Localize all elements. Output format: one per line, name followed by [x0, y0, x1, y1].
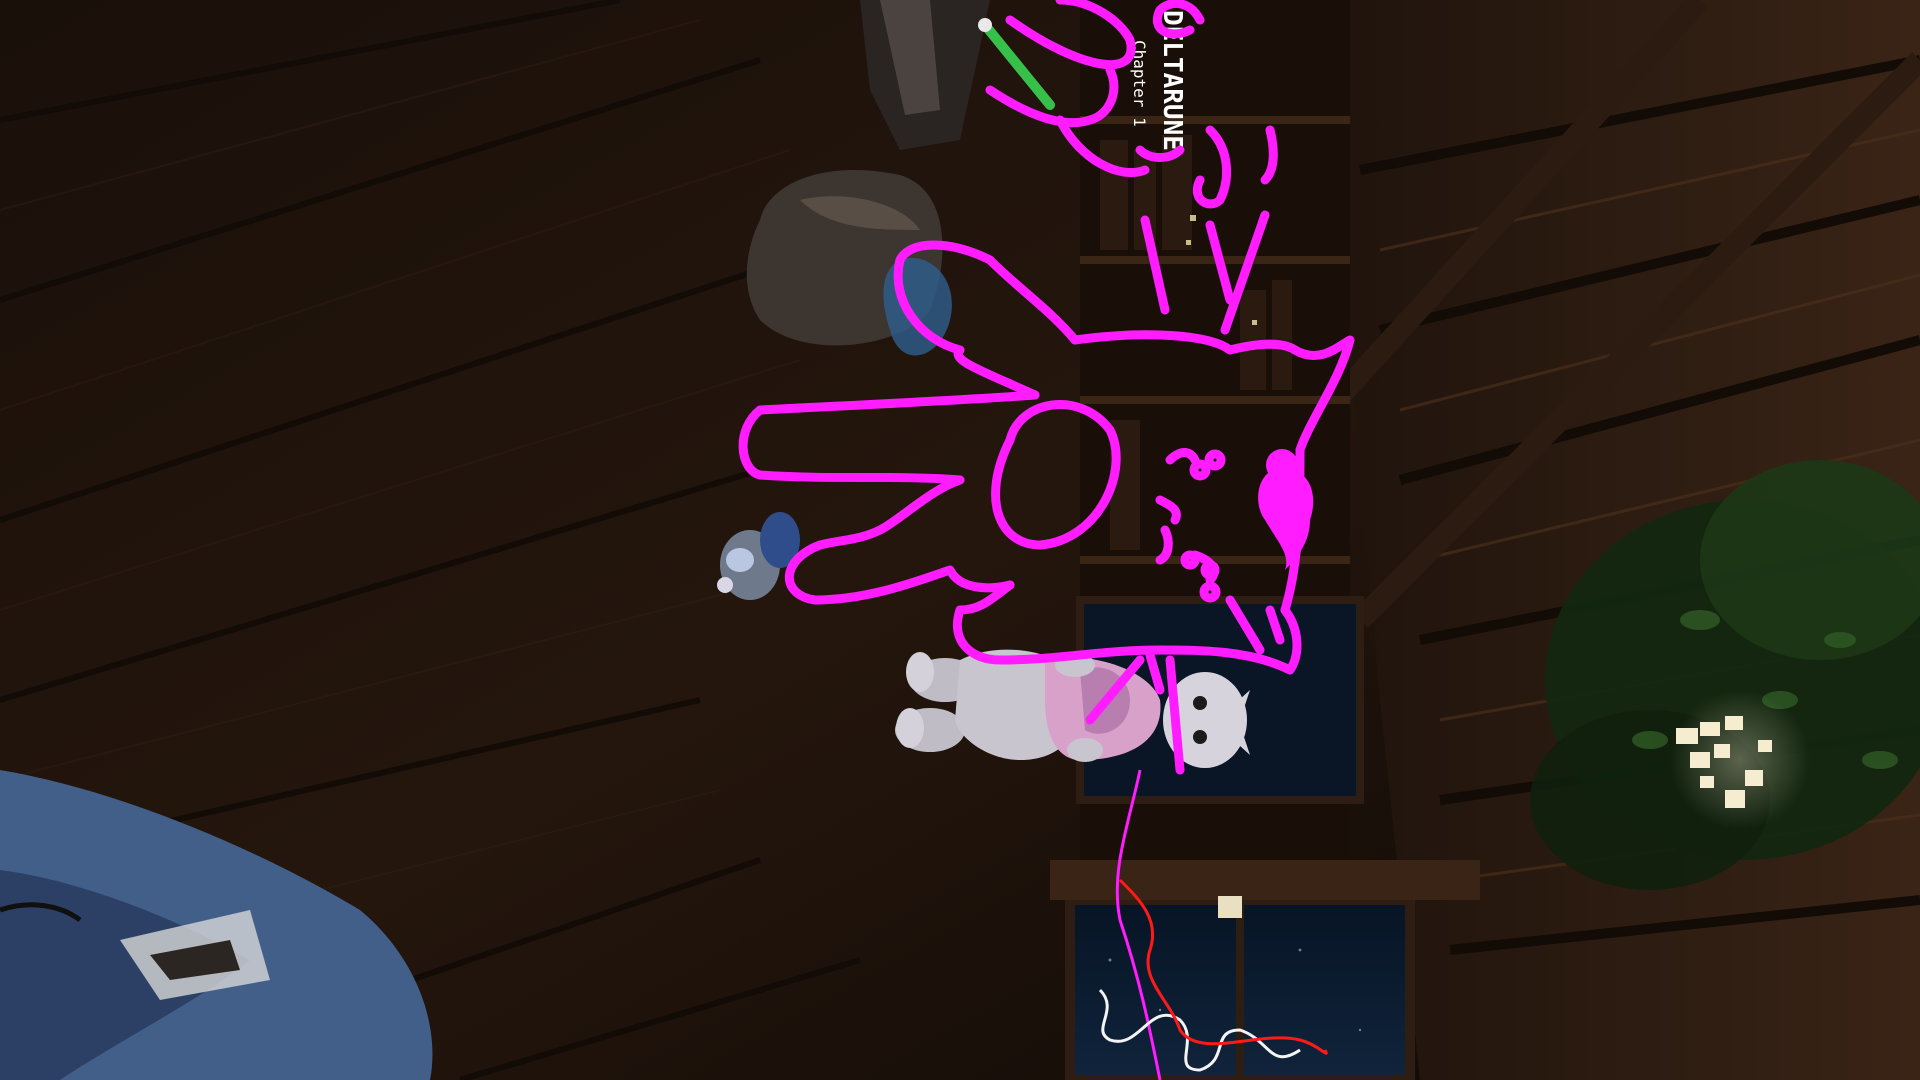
pink-heart-dot	[1266, 449, 1298, 481]
paper-lanterns	[1670, 690, 1810, 830]
vr-scene-viewport: DELTARUNE Chapter 1	[0, 0, 1920, 1080]
window-header-beam	[1050, 860, 1480, 900]
lamp-small	[1218, 896, 1242, 918]
scene-canvas: DELTARUNE Chapter 1	[0, 0, 1920, 1080]
